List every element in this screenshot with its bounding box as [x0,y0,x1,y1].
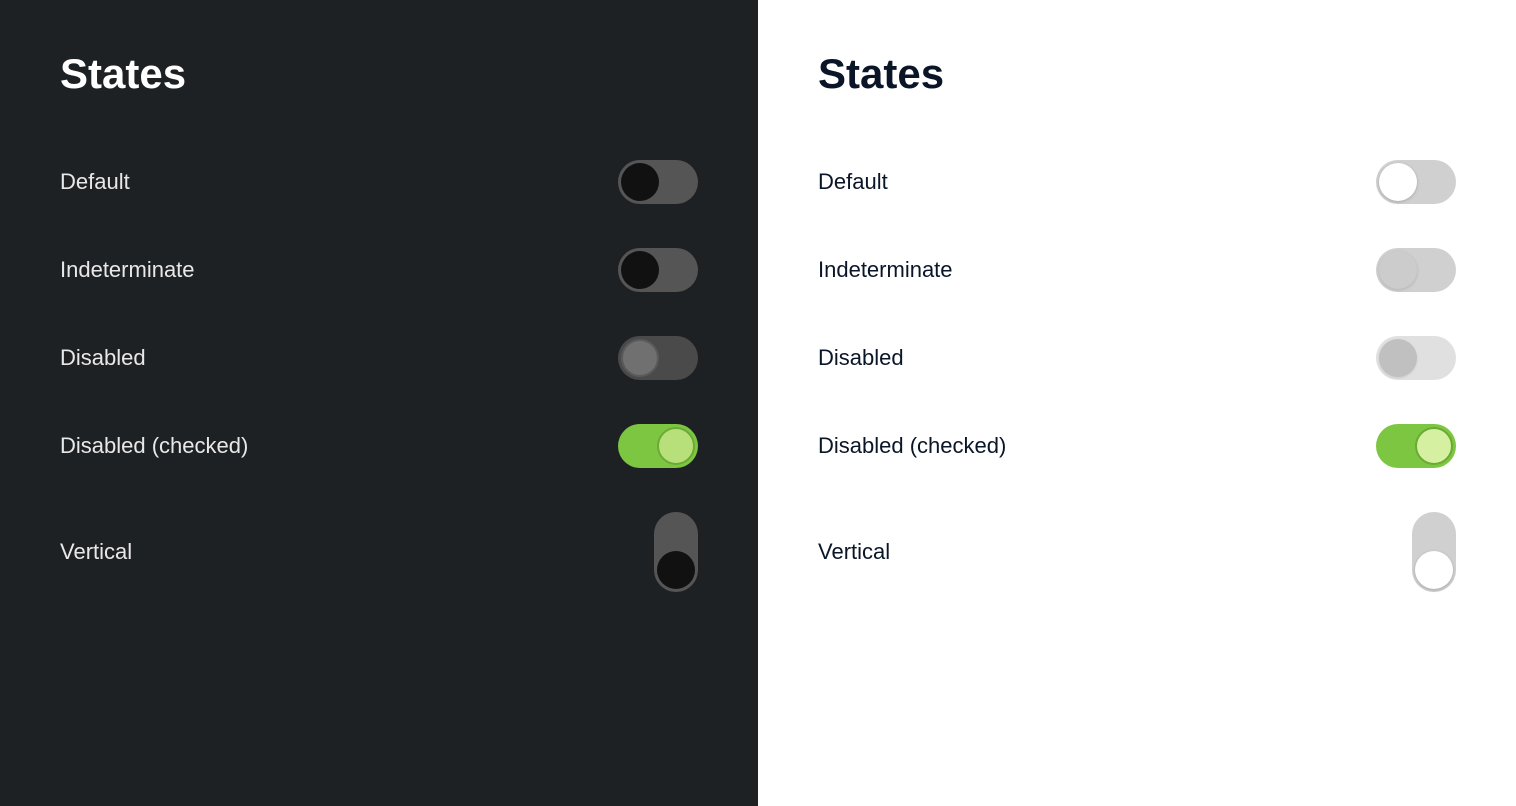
light-vertical-thumb [1415,551,1453,589]
dark-panel: States Default Indeterminate Disabled Di… [0,0,758,806]
light-default-toggle[interactable] [1376,160,1456,204]
light-indeterminate-thumb [1379,251,1417,289]
light-disabled-label: Disabled [818,345,904,371]
light-disabled-toggle [1376,336,1456,380]
dark-disabled-row: Disabled [60,314,698,402]
light-disabled-row: Disabled [818,314,1456,402]
dark-disabled-checked-thumb [657,427,695,465]
light-disabled-checked-toggle-wrap [1376,424,1456,468]
dark-default-toggle-wrap [618,160,698,204]
dark-disabled-checked-toggle [618,424,698,468]
dark-default-row: Default [60,138,698,226]
dark-disabled-label: Disabled [60,345,146,371]
dark-indeterminate-label: Indeterminate [60,257,195,283]
dark-disabled-toggle [618,336,698,380]
light-indeterminate-toggle[interactable] [1376,248,1456,292]
dark-vertical-row: Vertical [60,490,698,614]
light-vertical-toggle-wrap [1412,512,1456,592]
dark-vertical-label: Vertical [60,539,132,565]
light-disabled-checked-toggle [1376,424,1456,468]
dark-indeterminate-thumb [621,251,659,289]
dark-indeterminate-row: Indeterminate [60,226,698,314]
light-default-label: Default [818,169,888,195]
dark-disabled-checked-row: Disabled (checked) [60,402,698,490]
dark-panel-title: States [60,50,698,98]
dark-disabled-checked-label: Disabled (checked) [60,433,248,459]
light-default-toggle-wrap [1376,160,1456,204]
dark-vertical-toggle[interactable] [654,512,698,592]
dark-disabled-checked-toggle-wrap [618,424,698,468]
light-indeterminate-toggle-wrap [1376,248,1456,292]
dark-default-toggle[interactable] [618,160,698,204]
light-disabled-checked-label: Disabled (checked) [818,433,1006,459]
light-disabled-checked-row: Disabled (checked) [818,402,1456,490]
dark-disabled-toggle-wrap [618,336,698,380]
light-disabled-thumb [1379,339,1417,377]
dark-vertical-thumb [657,551,695,589]
light-vertical-toggle[interactable] [1412,512,1456,592]
light-default-row: Default [818,138,1456,226]
dark-default-thumb [621,163,659,201]
dark-default-label: Default [60,169,130,195]
light-vertical-label: Vertical [818,539,890,565]
light-disabled-toggle-wrap [1376,336,1456,380]
dark-vertical-toggle-wrap [654,512,698,592]
light-vertical-row: Vertical [818,490,1456,614]
light-disabled-checked-thumb [1415,427,1453,465]
light-panel-title: States [818,50,1456,98]
dark-indeterminate-toggle[interactable] [618,248,698,292]
light-indeterminate-label: Indeterminate [818,257,953,283]
light-indeterminate-row: Indeterminate [818,226,1456,314]
dark-disabled-thumb [621,339,659,377]
light-default-thumb [1379,163,1417,201]
dark-indeterminate-toggle-wrap [618,248,698,292]
light-panel: States Default Indeterminate Disabled Di… [758,0,1516,806]
